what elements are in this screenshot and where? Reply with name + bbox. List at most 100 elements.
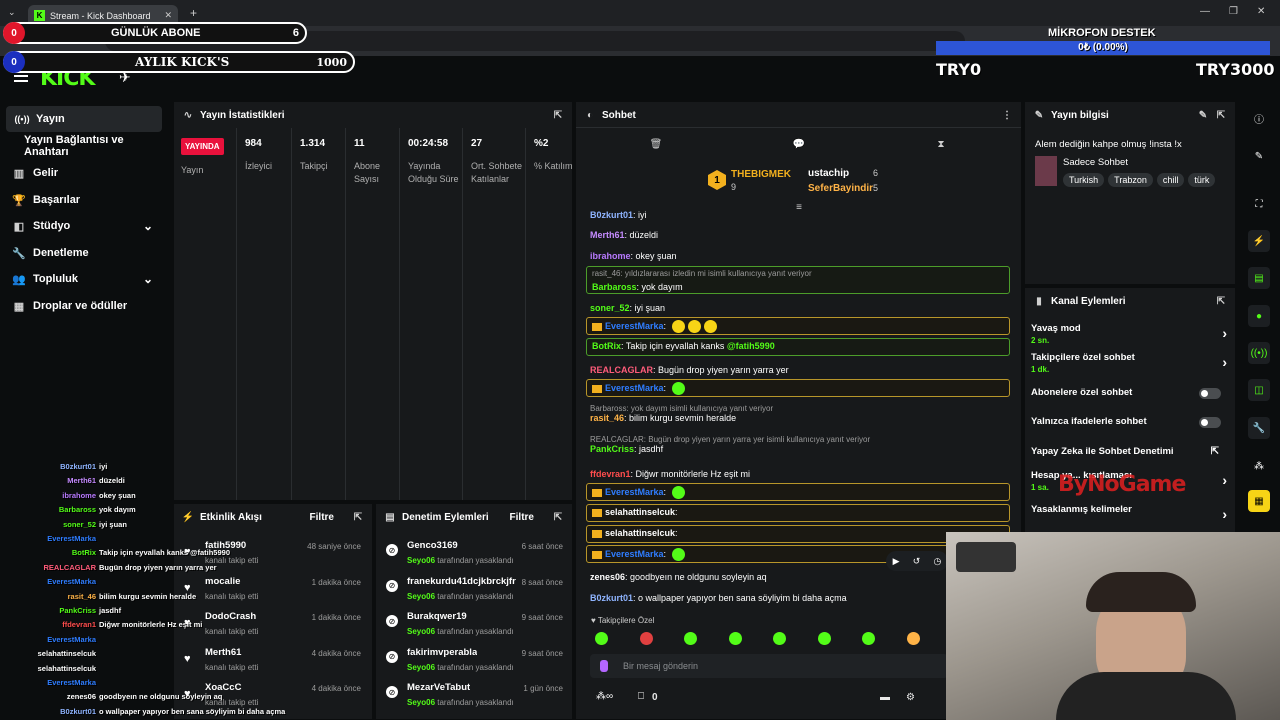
document-icon[interactable]: ▤ [1248,267,1270,289]
trash-icon[interactable]: 🗑 [650,138,663,150]
sidebar-item-gelir[interactable]: ▥ Gelir [3,160,68,186]
replay-icon[interactable]: ↺ [913,556,921,567]
chat-username[interactable]: EverestMarka [605,321,664,331]
gifter-3-name[interactable]: SeferBayindir [808,183,873,194]
chat-username[interactable]: rasit_46 [590,413,624,423]
chat-username[interactable]: EverestMarka [605,383,664,393]
chat-username[interactable]: REALCAGLAR [590,365,653,375]
gifter-2-name[interactable]: ustachip [808,168,849,179]
popout-icon[interactable]: ⇱ [1215,295,1227,307]
pen-icon[interactable]: ✎ [1248,145,1270,167]
sidebar-item-droplar[interactable]: ▦ Droplar ve ödüller [3,293,137,319]
play-icon[interactable]: ▶ [893,556,900,567]
channel-action-item[interactable]: Abonelere özel sohbet [1031,387,1227,409]
chat-username[interactable]: zenes06 [590,572,625,582]
moderation-by[interactable]: Seyo06 [407,592,435,601]
new-tab-icon[interactable]: + [190,6,197,20]
toggle-switch[interactable] [1199,388,1221,399]
moderation-item[interactable]: ⊘ MezarVeTabut Seyo06 tarafından yasakland… [386,682,571,712]
community-icon[interactable]: ⁂ [1248,455,1270,477]
sidebar-item-yayin[interactable]: ((•)) Yayın [6,106,162,132]
tag-item[interactable]: türk [1188,173,1216,187]
chat-bubble-icon[interactable]: ● [1248,305,1270,327]
tag-item[interactable]: Turkish [1063,173,1105,187]
chat-username[interactable]: PankCriss [590,444,634,454]
chat-username[interactable]: ffdevran1 [590,469,631,479]
tag-item[interactable]: Trabzon [1108,173,1153,187]
category-thumbnail[interactable] [1035,156,1057,186]
top-gifter-name[interactable]: THEBIGMEK [731,169,791,180]
moderation-by[interactable]: Seyo06 [407,663,435,672]
chat-username[interactable]: ibrahome [590,251,631,261]
emote-picker-icon[interactable] [684,632,697,645]
emoji-icon[interactable] [600,660,608,672]
clock-icon[interactable]: ◷ [934,556,942,567]
chat-username[interactable]: Merth61 [590,230,625,240]
popout-icon[interactable]: ⇱ [352,511,364,523]
broadcast-icon[interactable]: ((•)) [1248,342,1270,364]
info-icon[interactable]: ⓘ [1248,107,1270,129]
moderation-item[interactable]: ⊘ Burakqwer19 Seyo06 tarafından yasaklandı… [386,611,571,641]
gift-icon[interactable]: ⎕ [638,691,644,702]
sidebar-item-studyo[interactable]: ◧ Stüdyo ⌄ [3,213,163,239]
chat-username[interactable]: B0zkurt01 [590,210,633,220]
maximize-icon[interactable]: ❐ [1229,6,1238,17]
moderation-by[interactable]: Seyo06 [407,627,435,636]
chat-username[interactable]: BotRix [592,341,621,351]
minimize-icon[interactable]: — [1200,6,1210,17]
emote-picker-icon[interactable] [817,632,831,645]
tab-close-icon[interactable]: ✕ [164,10,172,21]
chat-username[interactable]: EverestMarka [605,549,664,559]
popout-icon[interactable]: ⇱ [1215,109,1227,121]
sidebar-item-denetleme[interactable]: 🔧 Denetleme [3,240,99,266]
lightning-icon[interactable]: ⚡ [1248,230,1270,252]
emote-picker-icon[interactable] [906,632,920,645]
chat-username[interactable]: B0zkurt01 [590,593,633,603]
chat-username[interactable]: selahattinselcuk [605,507,675,517]
channel-action-item[interactable]: Takipçilere özel sohbet 1 dk. › [1031,352,1227,374]
more-options-icon[interactable]: ⋮ [1001,109,1013,121]
toggle-switch[interactable] [1199,417,1221,428]
wrench-icon[interactable]: 🔧 [1248,417,1270,439]
collapse-icon[interactable]: ≡ [793,201,805,213]
category-name[interactable]: Sadece Sohbet [1063,157,1128,168]
chat-input[interactable]: Bir mesaj gönderin [590,654,948,678]
chat-username[interactable]: EverestMarka [605,487,664,497]
studio-icon[interactable]: ◫ [1248,379,1270,401]
chat-username[interactable]: selahattinselcuk [605,528,675,538]
channel-action-item[interactable]: Yalnızca ifadelerle sohbet [1031,416,1227,438]
chat-mention[interactable]: @fatih5990 [727,341,775,351]
emote-picker-icon[interactable] [728,632,742,645]
chat-username[interactable]: Barbaross [592,282,637,292]
channel-action-item[interactable]: Yasaklanmış kelimeler › [1031,504,1227,526]
activity-item[interactable]: ♥ Merth61 kanalı takip etti 4 dakika önce [184,647,369,677]
tab-list-icon[interactable]: ⌄ [8,7,16,18]
emote-picker-icon[interactable] [773,632,786,645]
community-icon[interactable]: ⁂∞ [596,691,613,702]
moderation-item[interactable]: ⊘ fakirimvperabla Seyo06 tarafından yasakl… [386,647,571,677]
sidebar-item-topluluk[interactable]: 👥 Topluluk ⌄ [3,266,163,292]
channel-action-item[interactable]: Yavaş mod 2 sn. › [1031,323,1227,345]
moderation-by[interactable]: Seyo06 [407,698,435,707]
emote-picker-icon[interactable] [862,632,875,645]
hourglass-icon[interactable]: ⧗ [935,138,947,150]
window-close-icon[interactable]: ✕ [1257,6,1265,17]
chat-mode-icon[interactable]: 💬 [793,138,805,150]
emote-picker-icon[interactable] [595,632,608,645]
clapper-icon[interactable]: ▦ [1248,490,1270,512]
expand-icon[interactable]: ⛶ [1248,193,1270,215]
activity-item[interactable]: ♥ mocalie kanalı takip etti 1 dakika önce [184,576,369,606]
popout-icon[interactable]: ⇱ [552,109,564,121]
moderation-by[interactable]: Seyo06 [407,556,435,565]
tag-item[interactable]: chill [1156,173,1185,187]
activity-filter-button[interactable]: Filtre [310,512,334,523]
moderation-filter-button[interactable]: Filtre [510,512,534,523]
activity-item[interactable]: ♥ DodoCrash kanalı takip etti 1 dakika önce [184,611,369,641]
chat-settings-bubble-icon[interactable]: ▬ [880,692,890,703]
channel-action-item[interactable]: Yapay Zeka ile Sohbet Denetimi ⇱ [1031,446,1227,468]
sidebar-item-stream-key[interactable]: Yayın Bağlantısı ve Anahtarı [14,133,170,159]
emote-picker-icon[interactable] [639,632,653,645]
edit-icon[interactable]: ✎ [1197,109,1209,121]
sidebar-item-basarilar[interactable]: 🏆 Başarılar [3,187,90,213]
moderation-item[interactable]: ⊘ Genco3169 Seyo06 tarafından yasaklandı 6 … [386,540,571,570]
